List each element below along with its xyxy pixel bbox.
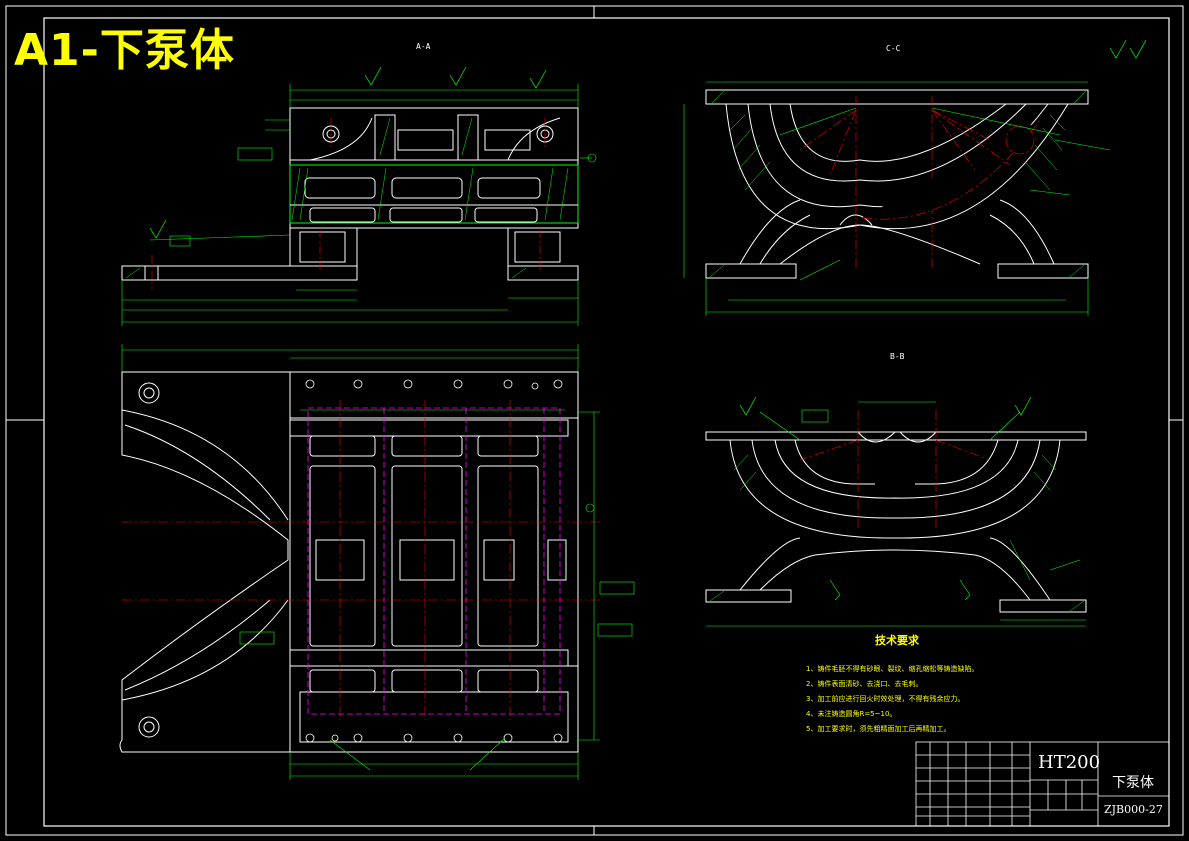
bolt-holes	[305, 379, 563, 743]
drawing-canvas	[5, 5, 1184, 836]
view-b-b-hatch	[709, 454, 1085, 612]
tech-req-item-1: 1、铸件毛胚不得有砂眼、裂纹、缩孔缩松等铸造缺陷。	[806, 665, 979, 673]
view-c-c	[705, 89, 1089, 279]
view-a-a-centerlines	[151, 118, 546, 290]
plan-view-dims	[121, 344, 635, 780]
material-label: HT200	[1038, 752, 1101, 773]
plan-view-centerlines	[122, 400, 600, 720]
view-b-b	[705, 431, 1087, 613]
plan-view	[119, 371, 579, 753]
view-label-c: C-C	[886, 44, 901, 53]
view-c-c-hatch	[709, 90, 1087, 278]
outer-frame	[5, 5, 1184, 836]
tech-req-item-2: 2、铸件表面清砂、去浇口、去毛刺。	[806, 680, 923, 688]
sheet-title: A1-下泵体	[14, 25, 235, 76]
view-a-a	[121, 107, 579, 281]
drawing-number: ZJB000-27	[1104, 803, 1163, 816]
view-label-a: A-A	[416, 42, 431, 51]
tech-req-item-3: 3、加工前应进行回火时效处理，不得有残余应力。	[806, 695, 965, 703]
view-b-b-dims	[706, 401, 1086, 627]
plan-view-hidden	[307, 407, 561, 715]
tech-req-item-4: 4、未注铸造圆角R=5~10。	[806, 710, 897, 718]
view-label-b: B-B	[890, 352, 905, 361]
view-c-c-centerlines	[799, 96, 1041, 270]
part-name: 下泵体	[1112, 775, 1154, 791]
tech-req-item-5: 5、加工要求时，须先粗精面加工后再精加工。	[806, 725, 951, 733]
drawing-sheet: A1-下泵体 A-A C-C B-B 技术要求 1、铸件毛胚不得有砂眼、裂纹、缩…	[0, 0, 1189, 841]
inner-frame	[43, 17, 1170, 827]
tech-req-heading: 技术要求	[875, 634, 919, 647]
